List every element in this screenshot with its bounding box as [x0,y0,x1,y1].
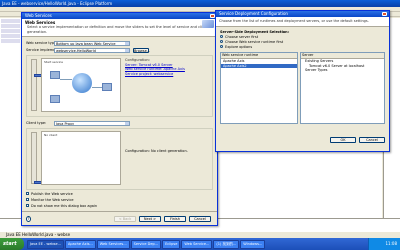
cancel-button[interactable]: Cancel [189,215,211,222]
service-illustration: Start service [41,58,121,112]
system-tray-clock: 11:08 [368,238,400,250]
taskbar-item[interactable]: Service Dep... [130,239,162,249]
service-type-row: Web service type: Bottom up Java bean We… [26,40,213,46]
wizard-button-bar: ? < Back Next > Finish Cancel [22,211,217,225]
impl-label: Service implementation: [26,48,69,52]
taskbar-item[interactable]: (1) 找到的... [213,239,240,249]
dont-show-checkbox-row[interactable]: Do not show me this dialog box again [26,203,213,208]
selection-panes: Web service runtime Apache Axis Apache A… [220,52,385,124]
start-button[interactable]: start [0,238,24,250]
next-button[interactable]: Next > [139,215,161,222]
server-tree[interactable]: Server Existing Servers Tomcat v6.0 Serv… [300,52,385,124]
chevron-down-icon[interactable] [125,41,129,45]
radio-button[interactable] [220,40,223,43]
connector-line [92,87,102,88]
taskbar: start Java EE - webse... Apache Axis... … [0,238,400,250]
eclipse-title-bar: Java EE - webservice/HelloWorld.java - E… [0,0,400,7]
back-button[interactable]: < Back [114,215,136,222]
client-illustration-caption: No client [44,133,58,137]
wizard-header-subtitle: Select a service implementation or defin… [27,25,208,34]
radio-button[interactable] [220,35,223,38]
taskbar-item[interactable]: Windows... [240,239,266,249]
project-link[interactable]: Service project: webservice [125,72,185,77]
ok-button[interactable]: OK [330,137,356,143]
dont-show-checkbox[interactable] [26,204,29,207]
publish-checkbox[interactable] [26,192,29,195]
server-icon [50,71,60,79]
client-slider[interactable] [31,132,44,184]
runtime-link[interactable]: Web service runtime: Apache Axis [125,67,185,72]
cancel-button[interactable]: Cancel [359,137,385,143]
impl-row: Service implementation: webservice.Hello… [26,47,213,53]
tree-row[interactable] [1,19,20,23]
service-type-label: Web service type: [26,41,58,45]
list-item[interactable]: Apache Axis2 [221,63,297,68]
service-slider[interactable] [31,59,44,111]
monitor-checkbox[interactable] [26,198,29,201]
web-services-dialog: Web Services Web Services Select a servi… [21,12,218,226]
service-illustration-caption: Start service [44,60,64,64]
globe-icon [72,73,92,93]
dialog-header-text: Choose from the list of runtimes and dep… [219,19,369,23]
client-type-label: Client type: [26,121,47,125]
taskbar-item[interactable]: Web Service... [181,239,213,249]
client-illustration: No client [41,131,121,185]
client-config: Configuration: No client generation. [125,149,188,153]
monitor-checkbox-row[interactable]: Monitor the Web service [26,197,213,202]
chevron-down-icon[interactable] [125,48,129,52]
help-button[interactable]: ? [26,215,31,222]
impl-input[interactable]: webservice.HelloWorld [54,47,130,53]
taskbar-item[interactable]: Eclipse [162,239,181,249]
dialog-title: Web Services [25,13,52,18]
tree-row[interactable] [1,34,20,38]
taskbar-item[interactable]: Java EE - webse... [27,239,64,249]
tree-row[interactable] [1,24,20,28]
server-icon [50,95,60,103]
dialog-button-bar: OK Cancel [330,137,385,143]
tree-row[interactable] [1,39,20,43]
client-type-row: Client type: Java Proxy [26,120,213,126]
server-icon [102,83,112,91]
service-type-select[interactable]: Bottom up Java bean Web Service [54,40,130,46]
runtime-list[interactable]: Web service runtime Apache Axis Apache A… [220,52,298,124]
service-config: Configuration: Server: Tomcat v6.0 Serve… [125,58,185,76]
tree-item[interactable]: Server Types [301,68,384,73]
taskbar-items: Java EE - webse... Apache Axis... Web Se… [27,239,368,249]
taskbar-item[interactable]: Apache Axis... [64,239,96,249]
radio-explore-options[interactable]: Explore options [220,44,385,49]
browse-button[interactable]: Browse... [133,47,150,53]
connector-line [60,79,72,80]
service-deployment-dialog: Service Deployment Configuration Choose … [215,10,390,152]
close-button[interactable] [382,12,387,16]
wizard-body: Web service type: Bottom up Java bean We… [22,37,217,225]
client-type-select[interactable]: Java Proxy [54,120,130,126]
project-explorer[interactable] [0,18,22,218]
taskbar-item[interactable]: Web Services... [96,239,130,249]
dialog-header: Choose from the list of runtimes and dep… [216,17,389,27]
dialog-title: Service Deployment Configuration [219,11,288,16]
publish-checkbox-row[interactable]: Publish the Web service [26,191,213,196]
client-level-group: No client Configuration: No client gener… [26,128,213,190]
tree-row[interactable] [1,29,20,33]
wizard-banner-icon [202,20,214,28]
dialog-body: Server-Side Deployment Selection: Choose… [216,27,389,145]
chevron-down-icon[interactable] [125,121,129,125]
radio-button[interactable] [220,45,223,48]
service-level-group: Start service Configuration: Server: Tom… [26,55,213,117]
finish-button[interactable]: Finish [164,215,186,222]
wizard-header: Web Services Select a service implementa… [22,19,217,37]
